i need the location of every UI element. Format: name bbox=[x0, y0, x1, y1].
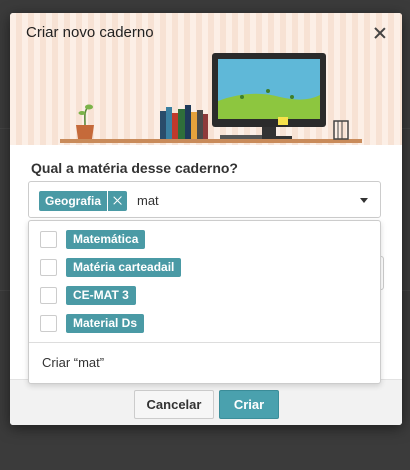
close-icon[interactable] bbox=[372, 25, 388, 41]
modal-header: Criar novo caderno bbox=[10, 13, 402, 53]
dropdown-option[interactable]: Matéria carteadail bbox=[29, 253, 380, 281]
option-tag: CE-MAT 3 bbox=[66, 286, 136, 305]
option-tag: Matemática bbox=[66, 230, 146, 249]
modal-footer: Cancelar Criar bbox=[10, 379, 402, 425]
subject-search-input[interactable] bbox=[137, 190, 337, 210]
dropdown-option[interactable]: Material Ds bbox=[29, 309, 380, 337]
book bbox=[172, 113, 178, 139]
screen-tree bbox=[290, 95, 294, 99]
caret-down-icon[interactable] bbox=[360, 198, 368, 203]
monitor-stand bbox=[262, 127, 276, 137]
option-checkbox[interactable] bbox=[40, 287, 57, 304]
sticky-note bbox=[278, 117, 288, 125]
plant-leaf bbox=[85, 104, 93, 110]
modal-title: Criar novo caderno bbox=[26, 24, 154, 41]
book bbox=[185, 105, 191, 139]
cancel-button[interactable]: Cancelar bbox=[134, 390, 214, 419]
screen-tree bbox=[266, 89, 270, 93]
plant-pot bbox=[76, 125, 94, 139]
subject-question-label: Qual a matéria desse caderno? bbox=[31, 160, 238, 176]
create-notebook-modal: Criar novo caderno Qual a matéria desse … bbox=[10, 13, 402, 425]
option-checkbox[interactable] bbox=[40, 259, 57, 276]
dropdown-option[interactable]: CE-MAT 3 bbox=[29, 281, 380, 309]
create-button[interactable]: Criar bbox=[219, 390, 279, 419]
keyboard bbox=[220, 135, 262, 139]
plant-leaf bbox=[78, 111, 86, 115]
option-tag: Matéria carteadail bbox=[66, 258, 182, 277]
subject-dropdown: Matemática Matéria carteadail CE-MAT 3 M… bbox=[28, 220, 381, 384]
create-new-subject-option[interactable]: Criar “mat” bbox=[42, 355, 104, 370]
book bbox=[178, 109, 185, 139]
option-checkbox[interactable] bbox=[40, 315, 57, 332]
book bbox=[191, 112, 197, 139]
selected-tag: Geografia bbox=[39, 191, 128, 211]
subject-select[interactable]: Geografia bbox=[28, 181, 381, 218]
dropdown-divider bbox=[29, 342, 380, 343]
option-checkbox[interactable] bbox=[40, 231, 57, 248]
selected-tag-label: Geografia bbox=[45, 194, 102, 208]
book bbox=[160, 111, 166, 139]
book bbox=[166, 107, 172, 139]
screen-tree bbox=[240, 95, 244, 99]
dropdown-option[interactable]: Matemática bbox=[29, 225, 380, 253]
pencil-holder bbox=[333, 120, 349, 140]
book bbox=[197, 110, 203, 139]
option-tag: Material Ds bbox=[66, 314, 145, 333]
shelf bbox=[60, 139, 362, 143]
book bbox=[203, 114, 208, 139]
remove-tag-icon[interactable] bbox=[107, 191, 127, 211]
plant-stem bbox=[84, 107, 88, 126]
